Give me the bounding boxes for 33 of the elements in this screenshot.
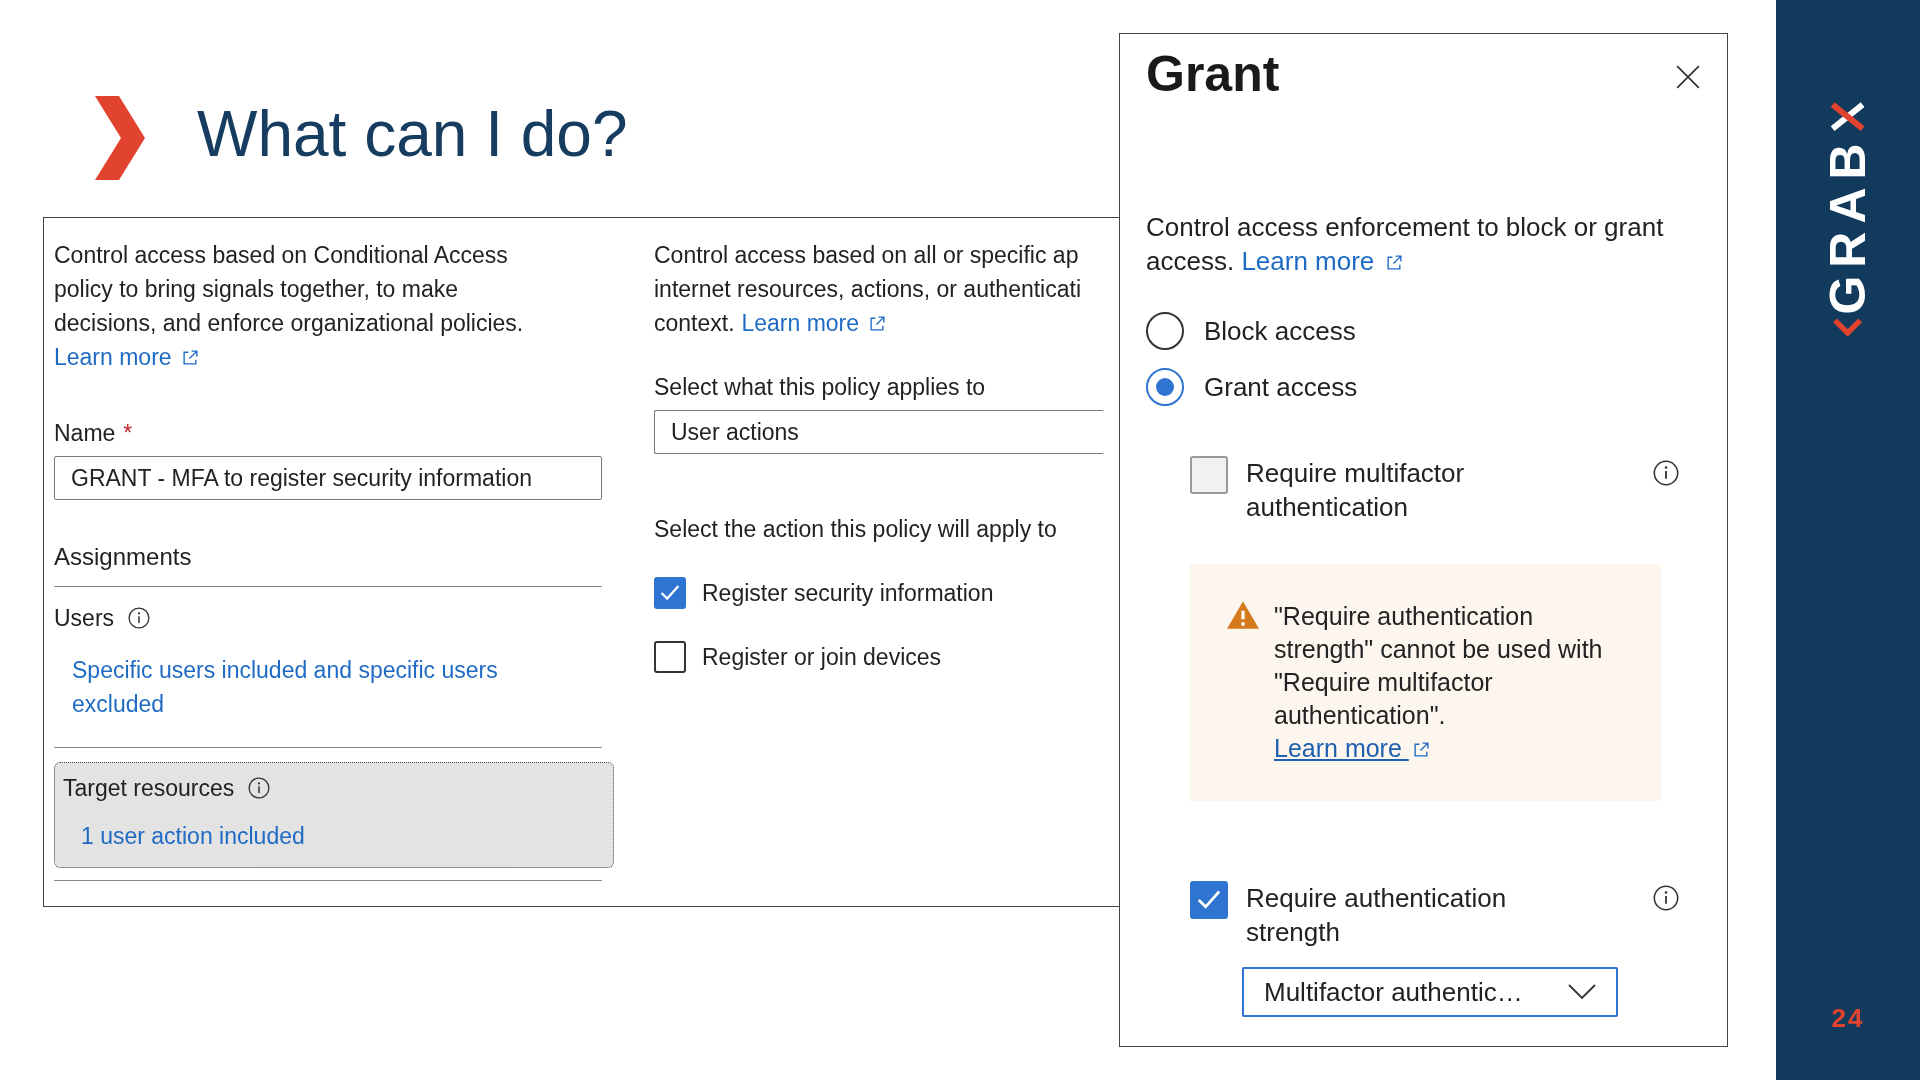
description-line: context. bbox=[654, 310, 735, 336]
page-number: 24 bbox=[1831, 1003, 1865, 1034]
description-line: internet resources, actions, or authenticati bbox=[654, 276, 1081, 302]
panel-title: Grant bbox=[1146, 45, 1280, 104]
description-text: Control access based on Conditional Access policy to bring signals together, to make decisions, and enforce organizational policies. Learn more bbox=[54, 241, 525, 372]
learn-more-link[interactable]: Learn more bbox=[741, 310, 887, 336]
users-link[interactable]: Specific users included and specific users excluded bbox=[54, 653, 552, 721]
field-label: Select what this policy applies to bbox=[654, 373, 987, 402]
field-label: Select the action this policy will apply to bbox=[654, 515, 1058, 544]
applies-to-dropdown[interactable]: User actions bbox=[654, 410, 1104, 454]
checkbox-label: Register security information bbox=[702, 579, 994, 608]
warning-text: "Require authentication strength" cannot be used with "Require multifactor authentication". bbox=[1274, 601, 1604, 731]
slide-title: What can I do? bbox=[197, 96, 628, 171]
logo-text: GRAB bbox=[1823, 135, 1873, 315]
checkbox-label: Require multifactor authentication bbox=[1246, 457, 1466, 524]
strength-dropdown[interactable]: Multifactor authentic… bbox=[1242, 967, 1618, 1017]
radio-label: Grant access bbox=[1204, 371, 1358, 404]
name-field[interactable]: GRANT - MFA to register security information bbox=[54, 456, 602, 500]
required-mark: * bbox=[123, 419, 133, 448]
description-text: Control access enforcement to block or grant access. Learn more bbox=[1146, 211, 1665, 278]
target-resources-item[interactable]: Target resources 1 user action included bbox=[54, 762, 614, 868]
section-heading: Assignments bbox=[54, 542, 193, 572]
field-label: Users bbox=[54, 604, 115, 633]
radio-label: Block access bbox=[1204, 315, 1356, 348]
checkbox-label: Register or join devices bbox=[702, 643, 942, 672]
target-link[interactable]: 1 user action included bbox=[81, 819, 305, 853]
learn-more-link[interactable]: Learn more bbox=[1274, 732, 1430, 765]
description-line: Control access based on all or specific ap bbox=[654, 242, 1079, 268]
field-label: Target resources bbox=[63, 774, 235, 803]
field-label: Name bbox=[54, 419, 116, 448]
checkbox-label: Require authentication strength bbox=[1246, 882, 1508, 949]
learn-more-link[interactable]: Learn more bbox=[1241, 246, 1403, 276]
learn-more-link[interactable]: Learn more bbox=[54, 344, 199, 370]
